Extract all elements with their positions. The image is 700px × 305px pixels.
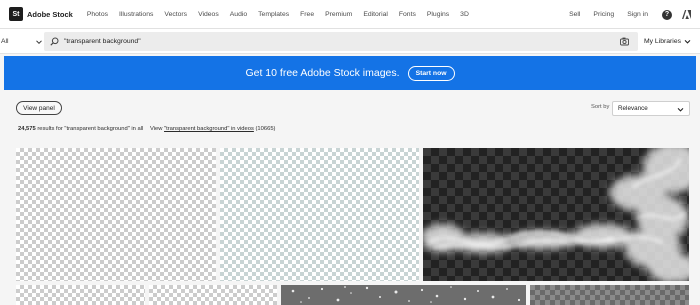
results-summary: 24,575 results for "transparent backgrou…: [18, 126, 275, 132]
nav-audio[interactable]: Audio: [230, 11, 247, 18]
result-image-5[interactable]: [149, 285, 277, 305]
result-image-4[interactable]: [16, 285, 145, 305]
sort-select[interactable]: Relevance: [612, 101, 690, 116]
my-libraries-button[interactable]: My Libraries: [644, 29, 691, 54]
nav-templates[interactable]: Templates: [258, 11, 289, 18]
promo-banner: Get 10 free Adobe Stock images. Start no…: [4, 56, 696, 90]
top-nav: St Adobe Stock Photos Illustrations Vect…: [0, 0, 700, 29]
nav-plugins[interactable]: Plugins: [427, 11, 449, 18]
search-input[interactable]: [64, 38, 584, 45]
adobe-stock-logo-icon: St: [9, 7, 23, 21]
nav-free[interactable]: Free: [300, 11, 314, 18]
view-prefix: View: [149, 126, 163, 132]
adobe-apps-icon[interactable]: [681, 9, 692, 20]
start-now-button[interactable]: Start now: [407, 65, 455, 81]
nav-premium[interactable]: Premium: [325, 11, 352, 18]
search-row: All My Libraries: [0, 29, 700, 54]
nav-photos[interactable]: Photos: [87, 11, 108, 18]
search-box[interactable]: [44, 32, 638, 51]
sign-in-link[interactable]: Sign in: [627, 11, 648, 18]
video-count: (10665): [255, 126, 276, 132]
nav-vectors[interactable]: Vectors: [164, 11, 187, 18]
results-text: results for "transparent background" in …: [37, 126, 144, 132]
snow-particles-image: [291, 286, 521, 303]
sell-link[interactable]: Sell: [569, 11, 580, 18]
search-scope-value: All: [1, 38, 9, 45]
logo[interactable]: St Adobe Stock: [9, 7, 73, 21]
result-image-2[interactable]: [220, 148, 419, 281]
sort-value: Relevance: [618, 105, 648, 112]
visual-search-icon[interactable]: [620, 37, 630, 46]
search-icon[interactable]: [50, 37, 59, 46]
promo-text: Get 10 free Adobe Stock images.: [245, 67, 400, 79]
nav-right: Sell Pricing Sign in ?: [556, 0, 692, 29]
chevron-down-icon: [35, 39, 42, 44]
search-scope-dropdown[interactable]: All: [0, 29, 44, 54]
result-image-3[interactable]: [423, 148, 689, 281]
view-videos-link[interactable]: View "transparent background" in videos …: [150, 126, 276, 132]
my-libraries-label: My Libraries: [643, 38, 681, 45]
result-image-7[interactable]: [530, 285, 689, 305]
nav-editorial[interactable]: Editorial: [363, 11, 388, 18]
nav-links: Photos Illustrations Vectors Videos Audi…: [87, 11, 480, 18]
results-count: 24,575: [18, 126, 36, 132]
help-icon[interactable]: ?: [662, 9, 672, 20]
chevron-down-icon: [677, 108, 684, 112]
nav-videos[interactable]: Videos: [198, 11, 219, 18]
pricing-link[interactable]: Pricing: [593, 11, 614, 18]
smoke-image: [423, 148, 689, 281]
sort-by-label: Sort by: [591, 104, 610, 110]
nav-3d[interactable]: 3D: [460, 11, 469, 18]
logo-text: Adobe Stock: [27, 9, 73, 19]
result-image-1[interactable]: [16, 148, 216, 281]
adobe-stock-page: St Adobe Stock Photos Illustrations Vect…: [0, 0, 700, 305]
chevron-down-icon: [684, 40, 691, 44]
view-panel-button[interactable]: View panel: [16, 101, 62, 115]
nav-illustrations[interactable]: Illustrations: [119, 11, 153, 18]
view-link-text: "transparent background" in videos: [164, 126, 254, 132]
nav-fonts[interactable]: Fonts: [399, 11, 416, 18]
result-image-6[interactable]: [281, 285, 526, 305]
